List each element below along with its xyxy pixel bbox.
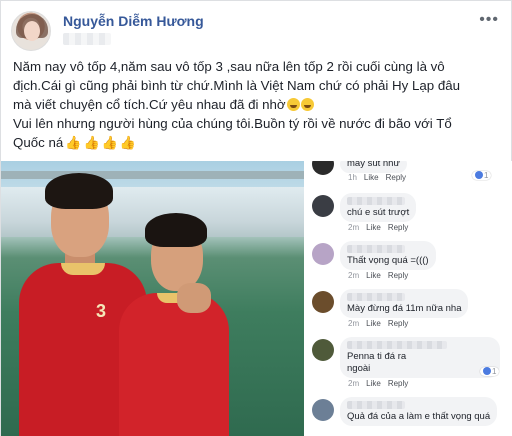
avatar-face — [24, 21, 40, 41]
comment-bubble: máy sút như — [340, 161, 407, 173]
thumbs-up-emoji-icon: 👍 — [119, 135, 137, 150]
comment-actions: 1h Like Reply — [348, 173, 406, 182]
comment-text: Penna ti đá ra — [347, 351, 407, 362]
reply-link[interactable]: Reply — [388, 223, 408, 232]
comment-time: 2m — [348, 223, 360, 232]
author-name[interactable]: Nguyễn Diễm Hương — [63, 13, 204, 29]
comment-bubble: Mày đừng đá 11m nữa nha — [340, 289, 469, 318]
reaction-badge[interactable]: 1 — [480, 367, 500, 376]
like-reaction-icon — [483, 367, 491, 375]
reaction-badge[interactable]: 1 — [472, 171, 492, 180]
stadium-roof — [1, 171, 304, 179]
commenter-avatar[interactable] — [312, 399, 334, 421]
player-two-jersey — [119, 293, 229, 436]
commenter-name-redacted — [347, 401, 405, 409]
post-body: Năm nay vô tốp 4,năm sau vô tốp 3 ,sau n… — [13, 57, 503, 152]
post-text: Năm nay vô tốp 4,năm sau vô tốp 3 ,sau n… — [13, 59, 445, 74]
reply-link[interactable]: Reply — [388, 379, 408, 388]
thumbs-up-emoji-icon: 👍 — [101, 135, 118, 150]
like-reaction-icon — [475, 171, 483, 179]
post-text: Quốc ná — [13, 135, 64, 150]
post-line: Quốc ná 👍 👍 👍 👍 — [13, 133, 503, 152]
comment-actions: 2m Like Reply — [348, 319, 408, 328]
author-avatar[interactable] — [11, 11, 51, 51]
commenter-name-redacted — [347, 197, 405, 205]
comment-time: 1h — [348, 173, 357, 182]
comment-text: Thất vọng quá =((() — [347, 255, 429, 266]
post-text: Vui lên nhưng người hùng của chúng tôi.B… — [13, 116, 452, 131]
reaction-count: 1 — [492, 367, 497, 376]
like-link[interactable]: Like — [366, 319, 381, 328]
comment-time: 2m — [348, 379, 360, 388]
like-link[interactable]: Like — [366, 223, 381, 232]
commenter-name-redacted — [347, 341, 447, 349]
commenter-name-redacted — [347, 245, 405, 253]
commenter-avatar[interactable] — [312, 339, 334, 361]
commenter-avatar[interactable] — [312, 243, 334, 265]
comment-time: 2m — [348, 271, 360, 280]
comment-bubble: chú e sút trượt — [340, 193, 417, 222]
jersey-number: 3 — [96, 301, 107, 321]
comments-screenshot[interactable]: máy sút như 1h Like Reply 1 chú e sút trượ… — [304, 161, 512, 436]
comment-actions: 2m Like Reply — [348, 223, 408, 232]
like-link[interactable]: Like — [366, 271, 381, 280]
comment-text: Quả đá của a làm e thất vọng quá — [347, 411, 491, 422]
post-timestamp-redacted — [63, 33, 111, 45]
comment-text: chú e sút trượt — [347, 207, 410, 218]
reply-link[interactable]: Reply — [388, 271, 408, 280]
like-link[interactable]: Like — [366, 379, 381, 388]
post-text: địch.Cái gì cũng phải bình từ chứ.Mình l… — [13, 78, 461, 93]
facebook-post-card: Nguyễn Diễm Hương ••• Năm nay vô tốp 4,n… — [0, 0, 512, 436]
comment-bubble: Thất vọng quá =((() — [340, 241, 436, 270]
comment-text: Mày đừng đá 11m nữa nha — [347, 303, 462, 314]
post-line: Năm nay vô tốp 4,năm sau vô tốp 3 ,sau n… — [13, 57, 503, 76]
player-two-hair — [145, 213, 207, 247]
comment-bubble: Penna ti đá ra ngoài — [340, 337, 500, 378]
player-one-hair — [45, 173, 113, 209]
more-options-icon[interactable]: ••• — [479, 11, 499, 29]
rofl-emoji-icon — [300, 98, 314, 111]
thumbs-up-emoji-icon: 👍 — [83, 135, 100, 150]
commenter-avatar[interactable] — [312, 291, 334, 313]
comment-actions: 2m Like Reply — [348, 379, 408, 388]
comment-actions: 2m Like Reply — [348, 271, 408, 280]
post-line: địch.Cái gì cũng phải bình từ chứ.Mình l… — [13, 76, 503, 95]
comment-bubble: Quả đá của a làm e thất vọng quá — [340, 397, 498, 426]
commenter-name-redacted — [347, 293, 405, 301]
comment-text: máy sút như — [347, 161, 400, 169]
commenter-avatar[interactable] — [312, 161, 334, 175]
comment-time: 2m — [348, 319, 360, 328]
reaction-count: 1 — [484, 171, 489, 180]
reply-link[interactable]: Reply — [386, 173, 406, 182]
rofl-emoji-icon — [286, 98, 300, 111]
player-two-hand — [177, 283, 211, 313]
commenter-avatar[interactable] — [312, 195, 334, 217]
like-link[interactable]: Like — [364, 173, 379, 182]
post-line: mà viết chuyện cổ tích.Cứ yêu nhau đã đi… — [13, 95, 503, 114]
post-line: Vui lên nhưng người hùng của chúng tôi.B… — [13, 114, 503, 133]
reply-link[interactable]: Reply — [388, 319, 408, 328]
thumbs-up-emoji-icon: 👍 — [65, 135, 82, 150]
post-text: mà viết chuyện cổ tích.Cứ yêu nhau đã đi… — [13, 97, 286, 112]
player-one-collar — [61, 263, 105, 275]
comment-text: ngoài — [347, 363, 371, 374]
